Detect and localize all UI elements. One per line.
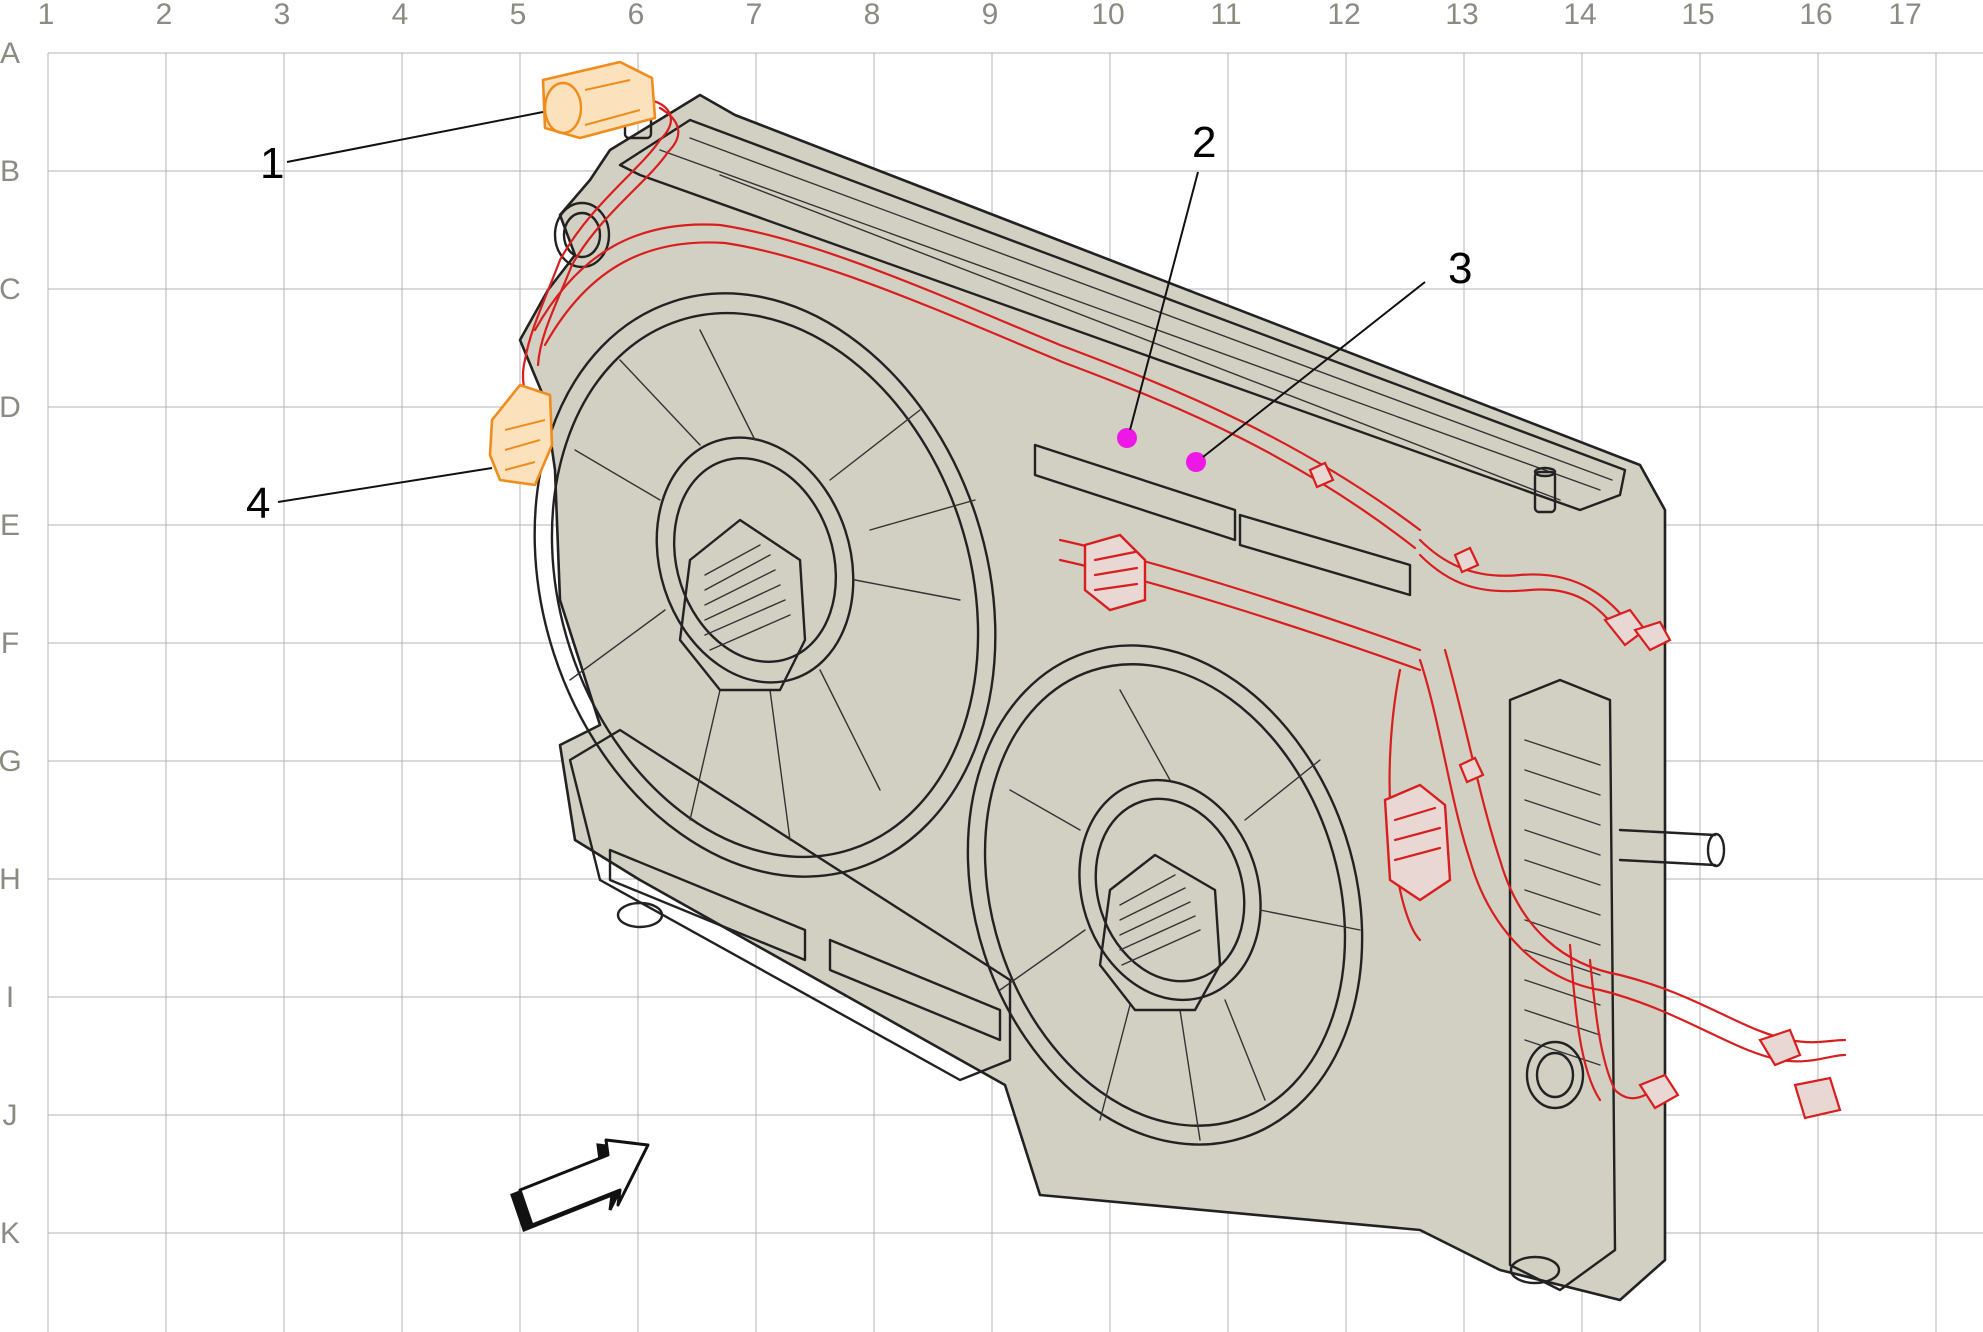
grid-column-label: 13	[1445, 0, 1478, 31]
grid-column-label: 3	[274, 0, 291, 31]
callout-3: 3	[1448, 244, 1472, 293]
callout-2: 2	[1192, 118, 1216, 167]
splice-point-3-icon	[1186, 452, 1206, 472]
grid-column-label: 6	[628, 0, 645, 31]
front-direction-arrow-icon	[510, 1138, 650, 1232]
grid-row-label: G	[0, 745, 22, 778]
grid-column-label: 14	[1563, 0, 1596, 31]
radiator-fan-assembly	[518, 91, 1726, 1302]
grid-column-label: 10	[1091, 0, 1124, 31]
assembly-silhouette	[518, 93, 1667, 1302]
grid-column-label: 5	[510, 0, 527, 31]
grid-row-labels: ABCDEFGHIJKL	[0, 37, 22, 1250]
grid-column-label: 2	[156, 0, 173, 31]
radiator-fan-wiring-diagram: 1234567891011121314151617 ABCDEFGHIJKL	[0, 0, 1983, 1332]
grid-column-label: 7	[746, 0, 763, 31]
grid-column-label: 11	[1210, 0, 1241, 31]
grid-column-label: 8	[864, 0, 881, 31]
grid-row-label: A	[0, 37, 20, 70]
right-fan-connector	[1383, 783, 1452, 902]
grid-row-label: F	[1, 627, 19, 660]
callout-1: 1	[260, 139, 284, 188]
grid-row-label: H	[0, 863, 21, 896]
grid-column-label: 15	[1681, 0, 1714, 31]
grid-row-label: I	[6, 981, 14, 1014]
grid-row-label: E	[0, 509, 20, 542]
grid-row-label: D	[0, 391, 21, 424]
grid-row-label: B	[0, 155, 20, 188]
grid-column-label: 1	[38, 0, 55, 31]
grid-column-label: 12	[1327, 0, 1360, 31]
grid-column-labels: 1 2 3 4 5 6 7 8 9 10 11 12 13 14 15 16 17	[38, 0, 1922, 31]
callout-4: 4	[246, 479, 270, 528]
splice-point-2-icon	[1117, 428, 1137, 448]
grid-row-label: C	[0, 273, 21, 306]
grid-column-label: 16	[1799, 0, 1832, 31]
grid-row-label: K	[0, 1217, 20, 1250]
grid-column-label: 17	[1888, 0, 1921, 31]
grid-row-label: J	[3, 1099, 18, 1132]
grid-column-label: 9	[982, 0, 999, 31]
connector-4	[488, 383, 554, 487]
grid-column-label: 4	[392, 0, 409, 31]
